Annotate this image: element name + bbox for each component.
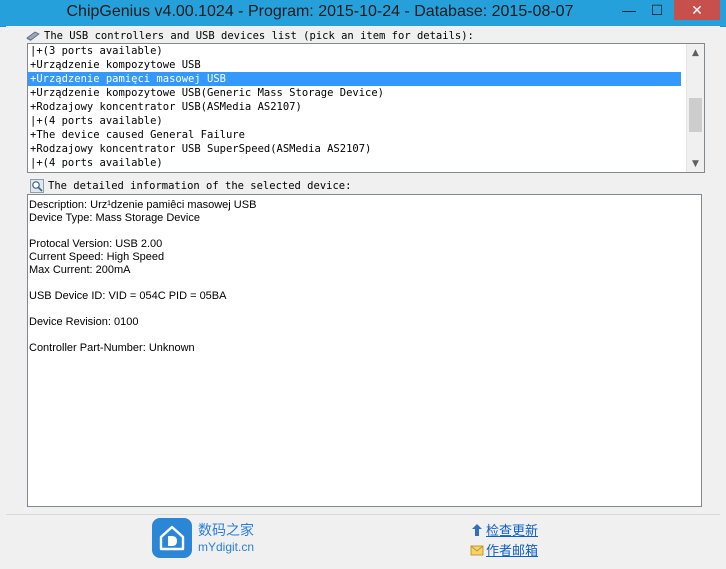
magnifier-icon — [30, 179, 44, 193]
check-update-link[interactable]: 检查更新 — [470, 520, 538, 539]
check-update-label: 检查更新 — [486, 524, 539, 539]
detail-line: Controller Part-Number: Unknown — [29, 342, 195, 354]
update-arrow-icon — [472, 523, 482, 536]
usb-device-list[interactable]: |+(3 ports available) +Urządzenie kompozy… — [27, 43, 705, 173]
detail-line: Description: Urz¹dzenie pamiêci masowej … — [29, 199, 257, 211]
usb-list-item[interactable]: +Urządzenie kompozytowe USB — [28, 58, 681, 72]
detail-line: Current Speed: High Speed — [29, 251, 165, 263]
window-title: ChipGenius v4.00.1024 - Program: 2015-10… — [66, 3, 574, 20]
usb-list-item[interactable]: +The device caused General Failure — [28, 128, 681, 142]
usb-list-item[interactable]: +Rodzajowy koncentrator USB SuperSpeed(A… — [28, 142, 681, 156]
mydigit-logo-icon[interactable] — [152, 518, 192, 558]
footer-divider — [6, 514, 720, 515]
detail-line — [29, 303, 700, 316]
usb-device-list-items: |+(3 ports available) +Urządzenie kompozy… — [28, 44, 681, 170]
scroll-thumb[interactable] — [689, 98, 702, 132]
usb-list-item[interactable]: |+(4 ports available) — [28, 114, 681, 128]
details-label-row: The detailed information of the selected… — [30, 178, 351, 194]
house-d-icon — [159, 525, 185, 551]
device-details-textbox[interactable]: Description: Urz¹dzenie pamiêci masowej … — [27, 194, 702, 507]
detail-line: Max Current: 200mA — [29, 264, 131, 276]
device-details-lines: Description: Urz¹dzenie pamiêci masowej … — [29, 199, 700, 355]
usb-list-item[interactable]: +Urządzenie kompozytowe USB(Generic Mass… — [28, 86, 681, 100]
logo-text-url[interactable]: mYdigit.cn — [198, 540, 254, 554]
device-list-scrollbar[interactable]: ▲ ▼ — [686, 44, 704, 172]
detail-line — [29, 277, 700, 290]
usb-list-item[interactable]: |+(4 ports available) — [28, 156, 681, 170]
close-button[interactable]: ✕ — [674, 0, 720, 20]
author-mail-link[interactable]: 作者邮箱 — [470, 540, 538, 559]
detail-line: USB Device ID: VID = 054C PID = 05BA — [29, 290, 227, 302]
minimize-button[interactable]: — — [616, 0, 642, 20]
usb-list-label-row: The USB controllers and USB devices list… — [26, 28, 474, 44]
details-label: The detailed information of the selected… — [48, 180, 352, 192]
detail-line — [29, 225, 700, 238]
mail-icon — [470, 545, 484, 555]
logo-text-chinese[interactable]: 数码之家 — [198, 520, 254, 540]
maximize-button[interactable]: ☐ — [644, 0, 670, 20]
usb-list-label: The USB controllers and USB devices list… — [44, 30, 474, 42]
detail-line: Device Revision: 0100 — [29, 316, 139, 328]
detail-line: Protocal Version: USB 2.00 — [29, 238, 163, 250]
detail-line: Device Type: Mass Storage Device — [29, 212, 200, 224]
usb-list-item[interactable]: |+(3 ports available) — [28, 44, 681, 58]
detail-line — [29, 329, 700, 342]
usb-list-item[interactable]: +Urządzenie pamięci masowej USB — [28, 72, 681, 86]
usb-plug-icon — [26, 31, 40, 41]
title-bar[interactable]: ChipGenius v4.00.1024 - Program: 2015-10… — [0, 0, 726, 27]
usb-list-item[interactable]: +Rodzajowy koncentrator USB(ASMedia AS21… — [28, 100, 681, 114]
scroll-up-icon[interactable]: ▲ — [687, 44, 704, 61]
main-client-area: The USB controllers and USB devices list… — [6, 26, 720, 563]
scroll-down-icon[interactable]: ▼ — [687, 155, 704, 172]
author-mail-label: 作者邮箱 — [486, 544, 539, 559]
